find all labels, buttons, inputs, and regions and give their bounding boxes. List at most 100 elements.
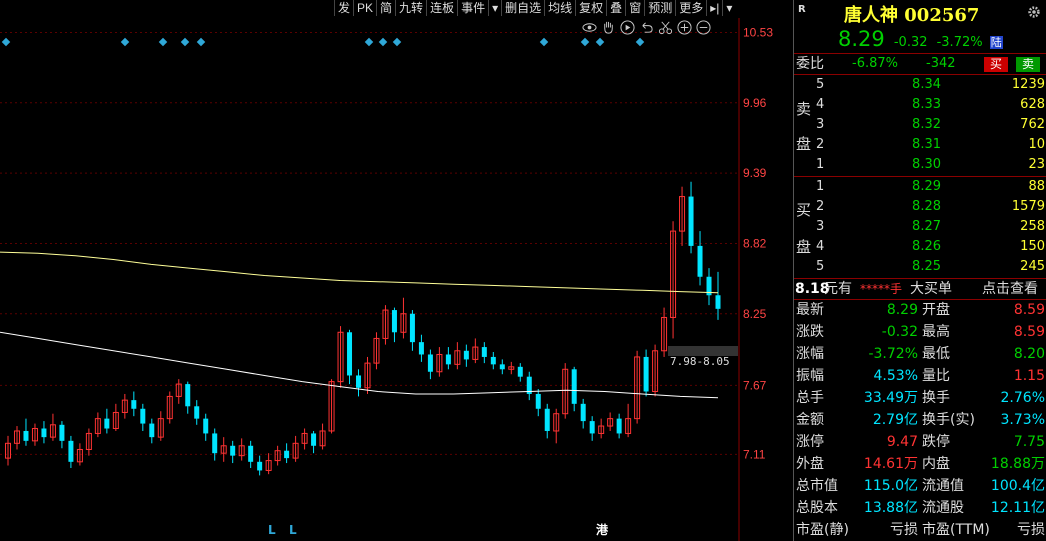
toolbar-remove-watchlist[interactable]: 删自选 bbox=[501, 0, 544, 16]
stock-name-code[interactable]: 唐人神 002567 bbox=[844, 1, 979, 27]
stat-value: 9.47 bbox=[886, 434, 918, 450]
y-tick-label: 7.11 bbox=[743, 447, 766, 461]
toolbar-ma[interactable]: 均线 bbox=[544, 0, 575, 16]
kline-chart-area[interactable]: 10.53 9.96 9.39 8.82 8.25 7.67 7.11 L L 港 发 PK 简 … bbox=[0, 0, 793, 541]
candle-body bbox=[230, 445, 236, 456]
toolbar-lianban[interactable]: 连板 bbox=[426, 0, 457, 16]
candle-body bbox=[391, 310, 397, 333]
stat-value: 14.61万 bbox=[863, 456, 918, 472]
stat-value: 100.4亿 bbox=[990, 478, 1045, 494]
candle-body bbox=[463, 350, 469, 360]
toolbar-window[interactable]: 窗 bbox=[625, 0, 644, 16]
quote-panel: R 唐人神 002567 8.29 -0.32 -3.72% 陆 委比 -6.8… bbox=[793, 0, 1046, 541]
stat-value: 8.59 bbox=[1013, 324, 1045, 340]
toolbar-dropdown[interactable]: ▾ bbox=[722, 0, 735, 16]
toolbar-pk[interactable]: PK bbox=[353, 0, 376, 16]
stat-value: 8.20 bbox=[1013, 346, 1045, 362]
sell-button[interactable]: 卖 bbox=[1016, 57, 1040, 72]
toolbar-more[interactable]: 更多 bbox=[675, 0, 706, 16]
stat-value: 亏损 bbox=[1017, 522, 1045, 538]
ask-row[interactable]: 2 8.31 10 bbox=[816, 135, 1046, 155]
stat-value: 13.88亿 bbox=[863, 500, 918, 516]
undo-icon[interactable] bbox=[639, 20, 654, 35]
y-tick-label: 9.96 bbox=[743, 96, 767, 110]
event-marker-icon bbox=[392, 37, 402, 47]
weibi-row: 委比 -6.87% -342 买 卖 bbox=[794, 54, 1046, 74]
candle-body bbox=[490, 356, 496, 365]
ask-row[interactable]: 5 8.34 1239 bbox=[816, 75, 1046, 95]
stat-value: -0.32 bbox=[881, 324, 918, 340]
candle-body bbox=[499, 364, 505, 370]
zoom-in-icon[interactable] bbox=[677, 20, 692, 35]
stat-value: 亏损 bbox=[890, 522, 918, 538]
toolbar-fa[interactable]: 发 bbox=[334, 0, 353, 16]
toolbar-jiuzhuan[interactable]: 九转 bbox=[395, 0, 426, 16]
candle-body bbox=[131, 400, 137, 409]
event-marker-icon bbox=[158, 37, 168, 47]
eye-icon[interactable] bbox=[582, 20, 597, 35]
price-change: -0.32 bbox=[893, 35, 928, 50]
chart-toolbar: 发 PK 简 九转 连板 事件 ▾ 删自选 均线 复权 叠 窗 预测 更多 ▸|… bbox=[334, 0, 736, 16]
candle-body bbox=[140, 408, 146, 424]
big-order-unit: 元有 bbox=[824, 281, 852, 297]
stat-value: 2.76% bbox=[1000, 390, 1045, 406]
stat-value: 7.75 bbox=[1013, 434, 1045, 450]
candle-body bbox=[418, 342, 424, 355]
candle-body bbox=[535, 393, 541, 409]
candle-body bbox=[257, 461, 263, 471]
event-marker-icon bbox=[120, 37, 130, 47]
zoom-out-icon[interactable] bbox=[696, 20, 711, 35]
candle-body bbox=[194, 406, 200, 419]
big-order-stars: *****手 bbox=[860, 282, 903, 296]
candle-body bbox=[248, 445, 254, 462]
play-icon[interactable] bbox=[620, 20, 635, 35]
stats-grid: 最新 8.29 开盘 8.59 涨跌 -0.32 最高 8.59 涨幅 -3.72% 最低 8.20 振… bbox=[794, 299, 1046, 541]
bid-row[interactable]: 4 8.26 150 bbox=[816, 237, 1046, 257]
stat-value: 3.73% bbox=[1000, 412, 1045, 428]
bid-row[interactable]: 5 8.25 245 bbox=[816, 257, 1046, 277]
stat-value: 8.59 bbox=[1013, 302, 1045, 318]
toolbar-adjust[interactable]: 复权 bbox=[575, 0, 606, 16]
ask-row[interactable]: 3 8.32 762 bbox=[816, 115, 1046, 135]
kline-chart[interactable]: 10.53 9.96 9.39 8.82 8.25 7.67 7.11 L L 港 bbox=[0, 0, 793, 541]
toolbar-events-dropdown[interactable]: ▾ bbox=[488, 0, 501, 16]
toolbar-next[interactable]: ▸| bbox=[706, 0, 722, 16]
stat-value: 8.29 bbox=[886, 302, 918, 318]
last-price: 8.29 bbox=[838, 27, 885, 51]
scissors-icon[interactable] bbox=[658, 20, 673, 35]
buy-button[interactable]: 买 bbox=[984, 57, 1008, 72]
candle-body bbox=[688, 196, 694, 246]
bid-row[interactable]: 1 8.29 88 bbox=[816, 177, 1046, 197]
toolbar-events[interactable]: 事件 bbox=[457, 0, 488, 16]
candle-body bbox=[697, 245, 703, 277]
hand-icon[interactable] bbox=[601, 20, 616, 35]
bid-row[interactable]: 3 8.27 258 bbox=[816, 217, 1046, 237]
candle-body bbox=[643, 356, 649, 392]
bid-row[interactable]: 2 8.28 1579 bbox=[816, 197, 1046, 217]
stat-value: 2.79亿 bbox=[872, 412, 918, 428]
y-tick-label: 8.82 bbox=[743, 236, 767, 250]
candle-body bbox=[149, 423, 155, 438]
candle-body bbox=[68, 440, 74, 462]
candle-body bbox=[59, 424, 65, 441]
event-marker-icon bbox=[635, 37, 645, 47]
ask-row[interactable]: 4 8.33 628 bbox=[816, 95, 1046, 115]
ask-row[interactable]: 1 8.30 23 bbox=[816, 155, 1046, 175]
candle-body bbox=[185, 384, 191, 407]
candle-body bbox=[580, 403, 586, 422]
candle-body bbox=[571, 369, 577, 404]
y-tick-label: 9.39 bbox=[743, 166, 767, 180]
toolbar-forecast[interactable]: 预测 bbox=[644, 0, 675, 16]
event-marker-icon bbox=[180, 37, 190, 47]
candle-body bbox=[212, 433, 218, 454]
candle-body bbox=[715, 295, 721, 309]
bottom-marker: L bbox=[289, 523, 297, 537]
candle-body bbox=[616, 418, 622, 434]
big-order-view-link[interactable]: 点击查看 bbox=[982, 279, 1038, 299]
toolbar-overlay[interactable]: 叠 bbox=[606, 0, 625, 16]
market-tag: 陆 bbox=[989, 36, 1003, 49]
toolbar-jian[interactable]: 简 bbox=[376, 0, 395, 16]
gear-icon[interactable] bbox=[1027, 5, 1041, 19]
event-marker-icon bbox=[378, 37, 388, 47]
candle-body bbox=[311, 433, 317, 446]
